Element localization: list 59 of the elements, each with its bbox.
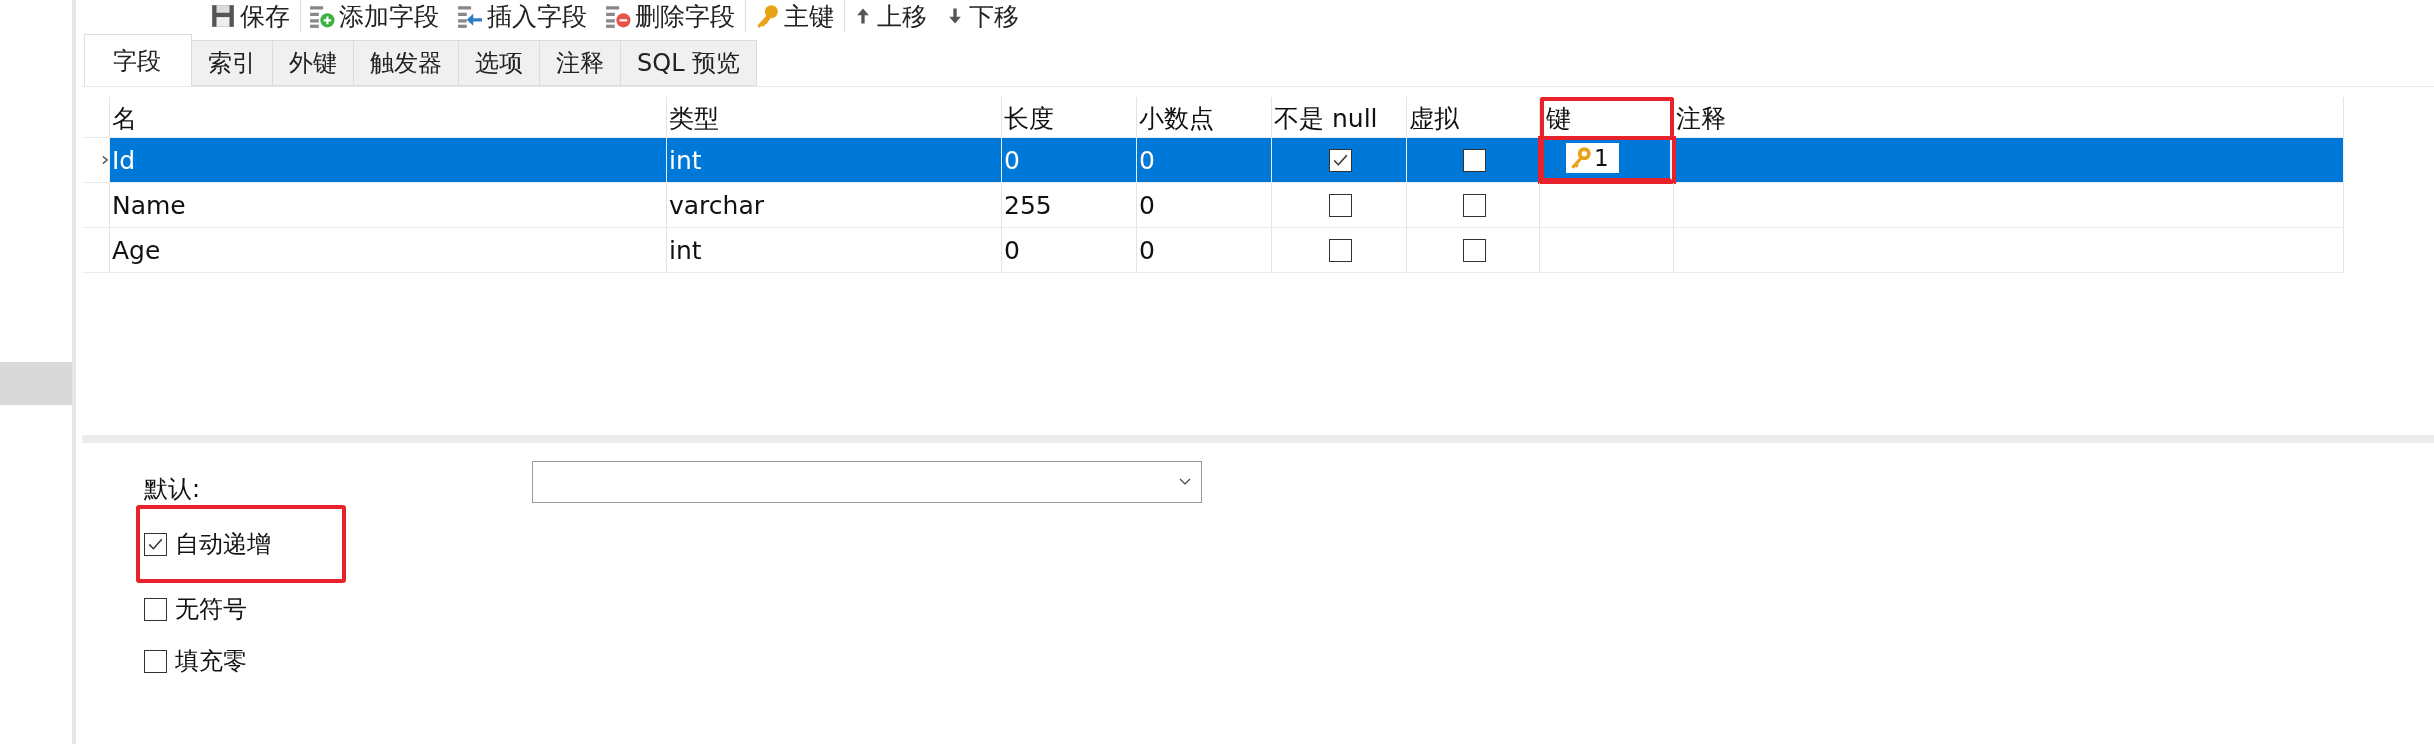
checkbox[interactable] bbox=[1328, 148, 1352, 172]
column-header: 虚拟 bbox=[1407, 97, 1540, 137]
table-cell: 0 bbox=[1002, 138, 1137, 182]
table-cell: int bbox=[667, 138, 1002, 182]
table-cell: 0 bbox=[1137, 228, 1272, 272]
table-cell: 255 bbox=[1002, 183, 1137, 227]
insert-button[interactable]: 插入字段 bbox=[449, 0, 595, 32]
selected-row[interactable]: Id int 0 0 1 bbox=[82, 138, 2344, 183]
column-header: 长度 bbox=[1002, 97, 1137, 137]
delete-button[interactable]: 删除字段 bbox=[597, 0, 743, 32]
tab[interactable]: 触发器 bbox=[354, 40, 459, 86]
checkbox-label: 无符号 bbox=[175, 594, 247, 625]
column-header: 小数点 bbox=[1137, 97, 1272, 137]
chevron-down-icon bbox=[1179, 478, 1191, 486]
table-cell: 0 bbox=[1137, 138, 1272, 182]
column-header: 不是 null bbox=[1272, 97, 1407, 137]
row-pointer-icon bbox=[102, 155, 109, 165]
table-cell: int bbox=[667, 228, 1002, 272]
table-cell: varchar bbox=[667, 183, 1002, 227]
table-cell: Age bbox=[110, 228, 667, 272]
table-row[interactable]: Age int 0 0 bbox=[82, 228, 2344, 273]
checkbox[interactable] bbox=[144, 597, 167, 621]
tab[interactable]: 外键 bbox=[273, 40, 354, 86]
table-cell: Name bbox=[110, 183, 667, 227]
add-button[interactable]: 添加字段 bbox=[300, 0, 447, 32]
checkbox[interactable] bbox=[1462, 148, 1486, 172]
column-header: 类型 bbox=[667, 97, 1002, 137]
column-header: 注释 bbox=[1674, 97, 2344, 137]
table-cell: 0 bbox=[1137, 183, 1272, 227]
default-dropdown[interactable] bbox=[532, 461, 1202, 503]
checkbox[interactable] bbox=[144, 649, 167, 673]
tab[interactable]: 索引 bbox=[192, 40, 273, 86]
down-button[interactable]: 下移 bbox=[937, 0, 1027, 32]
checkbox[interactable] bbox=[1328, 238, 1352, 262]
tab[interactable]: 选项 bbox=[459, 40, 540, 86]
tab[interactable]: 字段 bbox=[84, 34, 192, 86]
checkbox-label: 填充零 bbox=[175, 646, 247, 677]
table-row[interactable]: Name varchar 255 0 bbox=[82, 183, 2344, 228]
table-cell: 0 bbox=[1002, 228, 1137, 272]
save-button[interactable]: 保存 bbox=[202, 0, 298, 32]
key-button[interactable]: 主键 bbox=[745, 0, 842, 32]
tab[interactable]: SQL 预览 bbox=[621, 40, 758, 86]
column-header: 名 bbox=[110, 97, 667, 137]
insert-field-icon bbox=[457, 3, 483, 29]
key-icon bbox=[1568, 145, 1594, 171]
up-button[interactable]: 上移 bbox=[844, 0, 935, 32]
add-field-icon bbox=[309, 3, 335, 29]
table-cell: Id bbox=[110, 138, 667, 182]
primary-key-marker: 1 bbox=[1566, 143, 1619, 173]
checkbox[interactable] bbox=[1462, 193, 1486, 217]
key-icon bbox=[754, 3, 780, 29]
checkbox[interactable] bbox=[144, 532, 167, 556]
checkbox[interactable] bbox=[1328, 193, 1352, 217]
delete-field-icon bbox=[605, 3, 631, 29]
tab[interactable]: 注释 bbox=[540, 40, 621, 86]
checkbox-label: 自动递增 bbox=[175, 529, 271, 560]
checkbox[interactable] bbox=[1462, 238, 1486, 262]
sidebar-panel bbox=[0, 362, 72, 405]
default-label: 默认: bbox=[144, 474, 202, 505]
